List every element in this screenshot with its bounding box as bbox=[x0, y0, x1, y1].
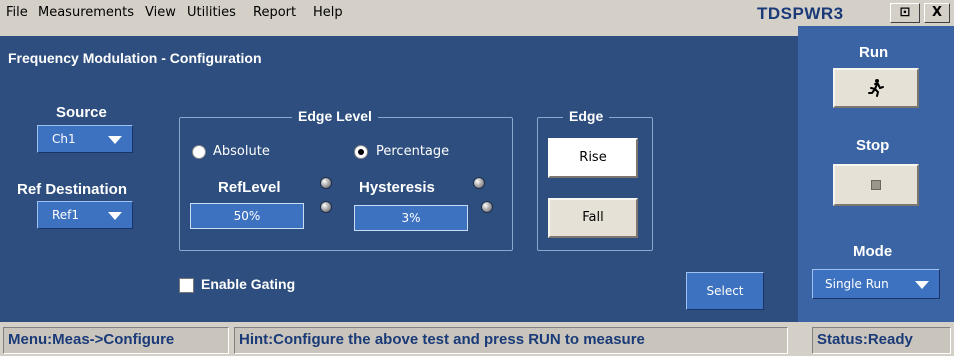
control-panel: Run Stop Mode Single Run bbox=[798, 36, 954, 322]
menu-view[interactable]: View bbox=[145, 5, 176, 20]
close-button[interactable]: X bbox=[924, 3, 950, 23]
restore-window-button[interactable]: ⊡ bbox=[890, 3, 920, 23]
fall-button[interactable]: Fall bbox=[548, 198, 638, 238]
absolute-radio[interactable] bbox=[192, 145, 206, 159]
right-panel-top bbox=[798, 26, 954, 36]
restore-icon: ⊡ bbox=[899, 5, 911, 20]
hysteresis-input[interactable]: 3% bbox=[354, 205, 468, 231]
chevron-down-icon bbox=[915, 281, 929, 289]
rise-button[interactable]: Rise bbox=[548, 138, 638, 178]
reflevel-input[interactable]: 50% bbox=[190, 203, 304, 229]
ref-destination-label: Ref Destination bbox=[17, 181, 128, 198]
percentage-radio[interactable] bbox=[354, 145, 368, 159]
run-label: Run bbox=[859, 44, 889, 61]
percentage-radio-label: Percentage bbox=[376, 144, 450, 159]
menu-report[interactable]: Report bbox=[253, 5, 296, 20]
configuration-panel: Frequency Modulation - Configuration Sou… bbox=[0, 36, 798, 322]
source-dropdown[interactable]: Ch1 bbox=[37, 125, 133, 153]
mode-value: Single Run bbox=[825, 277, 889, 291]
menu-measurements[interactable]: Measurements bbox=[38, 5, 134, 20]
status-bar: Menu:Meas->Configure Hint:Configure the … bbox=[0, 322, 954, 356]
edge-title: Edge bbox=[563, 108, 610, 124]
ready-status: Status:Ready bbox=[812, 327, 951, 354]
source-label: Source bbox=[56, 104, 107, 121]
source-value: Ch1 bbox=[52, 132, 76, 146]
close-icon: X bbox=[931, 5, 943, 20]
run-button[interactable] bbox=[833, 68, 919, 108]
panel-title: Frequency Modulation - Configuration bbox=[8, 50, 262, 66]
menu-bar: File Measurements View Utilities Report … bbox=[0, 0, 954, 26]
ref-destination-value: Ref1 bbox=[52, 208, 80, 222]
menu-utilities[interactable]: Utilities bbox=[187, 5, 236, 20]
hysteresis-coarse-knob[interactable] bbox=[473, 177, 485, 189]
app-title: TDSPWR3 bbox=[757, 4, 844, 23]
reflevel-label: RefLevel bbox=[218, 179, 281, 196]
reflevel-coarse-knob[interactable] bbox=[320, 177, 332, 189]
reflevel-fine-knob[interactable] bbox=[320, 201, 332, 213]
mode-dropdown[interactable]: Single Run bbox=[812, 269, 940, 299]
menu-help[interactable]: Help bbox=[313, 5, 343, 20]
stop-button[interactable] bbox=[833, 164, 919, 206]
absolute-radio-label: Absolute bbox=[213, 144, 270, 159]
menu-file[interactable]: File bbox=[6, 5, 28, 20]
stop-icon bbox=[871, 180, 881, 190]
chevron-down-icon bbox=[108, 212, 122, 220]
running-figure-icon bbox=[868, 79, 884, 97]
enable-gating-checkbox[interactable] bbox=[179, 278, 194, 293]
chevron-down-icon bbox=[108, 136, 122, 144]
menu-path-status: Menu:Meas->Configure bbox=[3, 327, 229, 354]
stop-label: Stop bbox=[856, 137, 890, 154]
select-button[interactable]: Select bbox=[686, 272, 764, 310]
enable-gating-label: Enable Gating bbox=[201, 276, 296, 292]
mode-label: Mode bbox=[853, 243, 893, 260]
hysteresis-label: Hysteresis bbox=[359, 179, 435, 196]
hint-status: Hint:Configure the above test and press … bbox=[234, 327, 788, 354]
ref-destination-dropdown[interactable]: Ref1 bbox=[37, 201, 133, 229]
hysteresis-fine-knob[interactable] bbox=[481, 201, 493, 213]
edge-level-title: Edge Level bbox=[292, 108, 378, 124]
